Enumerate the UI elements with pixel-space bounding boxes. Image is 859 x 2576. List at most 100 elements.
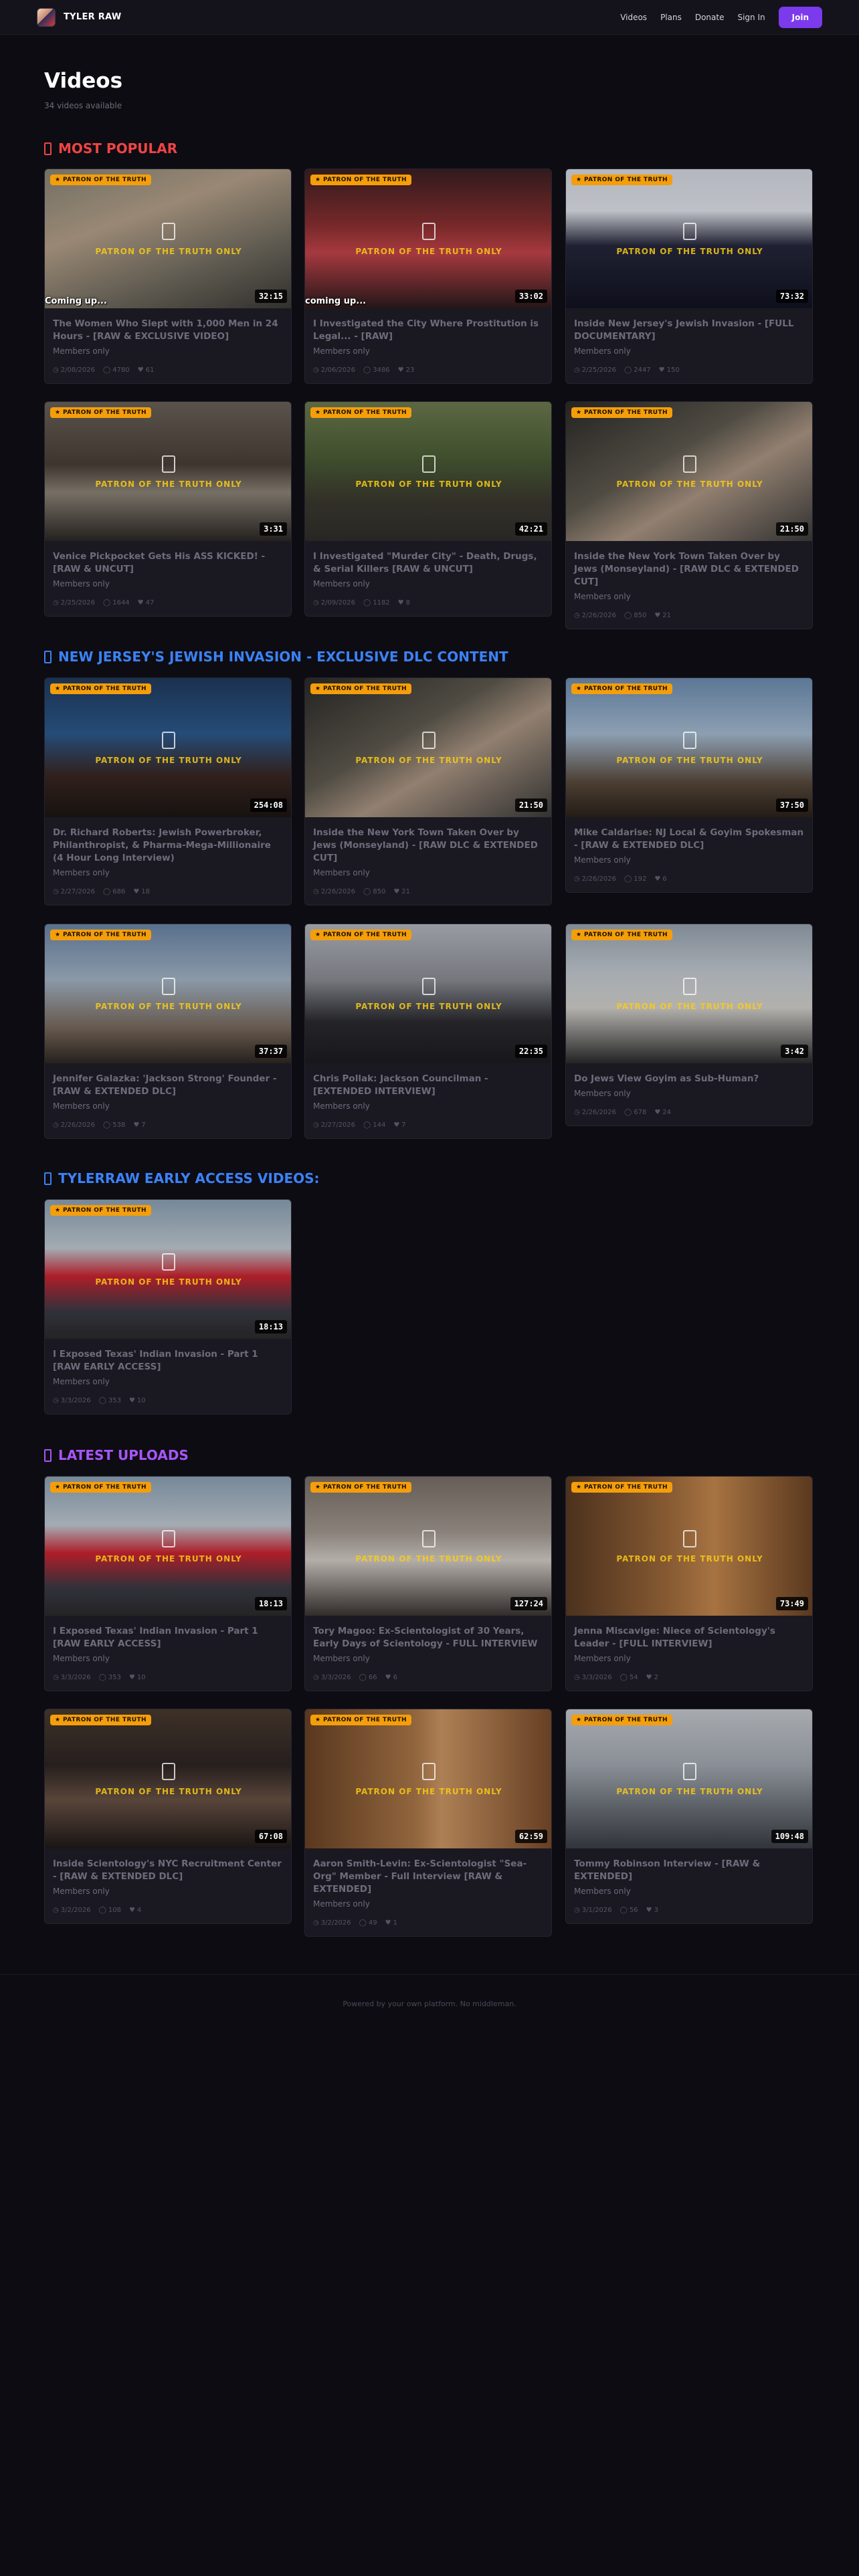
patron-watermark: PATRON OF THE TRUTH ONLY [616, 247, 763, 256]
video-card[interactable]: ★ PATRON OF THE TRUTH PATRON OF THE TRUTH… [565, 677, 813, 893]
video-card[interactable]: ★ PATRON OF THE TRUTH PATRON OF THE TRUTH… [44, 1709, 292, 1924]
like-count: ♥ 7 [393, 1121, 405, 1129]
clock-icon: ◷ [313, 599, 319, 607]
video-card[interactable]: ★ PATRON OF THE TRUTH PATRON OF THE TRUTH… [304, 1709, 552, 1937]
video-card[interactable]: ★ PATRON OF THE TRUTH PATRON OF THE TRUTH… [565, 169, 813, 384]
video-title[interactable]: Aaron Smith-Levin: Ex-Scientologist "Sea… [313, 1858, 543, 1896]
video-thumbnail[interactable]: ★ PATRON OF THE TRUTH PATRON OF THE TRUTH… [45, 924, 291, 1063]
like-count: ♥ 150 [659, 366, 680, 374]
video-card[interactable]: ★ PATRON OF THE TRUTH PATRON OF THE TRUTH… [565, 1476, 813, 1691]
card-body: Inside New Jersey's Jewish Invasion - [F… [566, 308, 812, 383]
video-card[interactable]: ★ PATRON OF THE TRUTH PATRON OF THE TRUTH… [304, 924, 552, 1139]
clock-icon: ◷ [574, 366, 580, 374]
video-title[interactable]: Do Jews View Goyim as Sub-Human? [574, 1073, 804, 1085]
video-thumbnail[interactable]: ★ PATRON OF THE TRUTH PATRON OF THE TRUTH… [566, 678, 812, 817]
video-thumbnail[interactable]: ★ PATRON OF THE TRUTH PATRON OF THE TRUTH… [566, 1477, 812, 1616]
video-card[interactable]: ★ PATRON OF THE TRUTH PATRON OF THE TRUTH… [304, 677, 552, 905]
video-card[interactable]: ★ PATRON OF THE TRUTH PATRON OF THE TRUTH… [565, 1709, 813, 1924]
video-title[interactable]: Venice Pickpocket Gets His ASS KICKED! -… [53, 550, 283, 576]
heart-icon: ♥ [128, 1397, 135, 1404]
video-title[interactable]: Tory Magoo: Ex-Scientologist of 30 Years… [313, 1625, 543, 1650]
video-thumbnail[interactable]: ★ PATRON OF THE TRUTH PATRON OF THE TRUTH… [45, 169, 291, 308]
video-title[interactable]: Inside the New York Town Taken Over by J… [574, 550, 804, 588]
video-title[interactable]: Jenna Miscavige: Niece of Scientology's … [574, 1625, 804, 1650]
brand-link[interactable]: TYLER RAW [37, 7, 122, 27]
video-title[interactable]: Mike Caldarise: NJ Local & Goyim Spokesm… [574, 827, 804, 852]
video-card[interactable]: ★ PATRON OF THE TRUTH PATRON OF THE TRUTH… [304, 1476, 552, 1691]
eye-icon: ◯ [363, 888, 371, 895]
video-thumbnail[interactable]: ★ PATRON OF THE TRUTH PATRON OF THE TRUTH… [566, 924, 812, 1063]
members-only-label: Members only [313, 346, 370, 356]
upload-date-text: 3/1/2026 [581, 1907, 612, 1914]
like-count-text: 47 [145, 599, 155, 607]
like-count-text: 24 [662, 1109, 672, 1116]
video-thumbnail[interactable]: ★ PATRON OF THE TRUTH PATRON OF THE TRUTH… [305, 169, 551, 308]
video-card[interactable]: ★ PATRON OF THE TRUTH PATRON OF THE TRUTH… [44, 924, 292, 1139]
heart-icon: ♥ [654, 612, 661, 619]
video-duration: 127:24 [510, 1597, 547, 1610]
nav-link-sign-in[interactable]: Sign In [737, 13, 765, 22]
video-thumbnail[interactable]: ★ PATRON OF THE TRUTH PATRON OF THE TRUTH… [45, 1709, 291, 1848]
video-thumbnail[interactable]: ★ PATRON OF THE TRUTH PATRON OF THE TRUTH… [305, 678, 551, 817]
video-title[interactable]: Chris Pollak: Jackson Councilman - [EXTE… [313, 1073, 543, 1098]
video-title[interactable]: I Investigated "Murder City" - Death, Dr… [313, 550, 543, 576]
video-title[interactable]: I Exposed Texas' Indian Invasion - Part … [53, 1625, 283, 1650]
nav-link-plans[interactable]: Plans [660, 13, 682, 22]
footer-text: Powered by your own platform. No middlem… [343, 2000, 516, 2008]
heart-icon: ♥ [646, 1674, 652, 1681]
nav-link-videos[interactable]: Videos [620, 13, 647, 22]
video-card[interactable]: ★ PATRON OF THE TRUTH PATRON OF THE TRUTH… [565, 401, 813, 629]
video-title[interactable]: Inside Scientology's NYC Recruitment Cen… [53, 1858, 283, 1883]
video-duration: 22:35 [514, 1045, 547, 1058]
video-card[interactable]: ★ PATRON OF THE TRUTH PATRON OF THE TRUTH… [304, 169, 552, 384]
upload-date-text: 3/3/2026 [60, 1397, 91, 1404]
video-card[interactable]: ★ PATRON OF THE TRUTH PATRON OF THE TRUTH… [44, 401, 292, 617]
video-card[interactable]: ★ PATRON OF THE TRUTH PATRON OF THE TRUTH… [565, 924, 813, 1126]
video-duration: 37:37 [254, 1045, 287, 1058]
video-thumbnail[interactable]: ★ PATRON OF THE TRUTH PATRON OF THE TRUTH… [45, 678, 291, 817]
footer-divider [0, 1974, 859, 1975]
video-thumbnail[interactable]: ★ PATRON OF THE TRUTH PATRON OF THE TRUTH… [45, 402, 291, 541]
clock-icon: ◷ [574, 1109, 580, 1116]
view-count: ◯ 144 [363, 1121, 385, 1129]
video-title[interactable]: The Women Who Slept with 1,000 Men in 24… [53, 318, 283, 343]
video-card[interactable]: ★ PATRON OF THE TRUTH PATRON OF THE TRUTH… [44, 1476, 292, 1691]
video-duration: 73:32 [775, 290, 808, 303]
view-count-text: 192 [634, 875, 647, 883]
video-card[interactable]: ★ PATRON OF THE TRUTH PATRON OF THE TRUTH… [44, 1199, 292, 1414]
view-count-text: 49 [368, 1919, 377, 1927]
video-meta: ◷ 2/26/2026 ◯ 678 ♥ 24 [574, 1109, 804, 1116]
upload-date: ◷ 2/25/2026 [574, 366, 616, 374]
nav-link-donate[interactable]: Donate [695, 13, 725, 22]
video-thumbnail[interactable]: ★ PATRON OF THE TRUTH PATRON OF THE TRUTH… [305, 1477, 551, 1616]
like-count-text: 4 [136, 1907, 142, 1914]
view-count: ◯ 538 [103, 1121, 125, 1129]
heart-icon: ♥ [654, 875, 661, 883]
video-thumbnail[interactable]: ★ PATRON OF THE TRUTH PATRON OF THE TRUTH… [305, 402, 551, 541]
video-title[interactable]: Tommy Robinson Interview - [RAW & EXTEND… [574, 1858, 804, 1883]
video-card[interactable]: ★ PATRON OF THE TRUTH PATRON OF THE TRUTH… [304, 401, 552, 617]
upload-date-text: 2/27/2026 [320, 1121, 356, 1129]
video-title[interactable]: Jennifer Galazka: 'Jackson Strong' Found… [53, 1073, 283, 1098]
clock-icon: ◷ [53, 888, 59, 895]
video-card[interactable]: ★ PATRON OF THE TRUTH PATRON OF THE TRUTH… [44, 677, 292, 905]
join-button[interactable]: Join [778, 6, 822, 28]
video-thumbnail[interactable]: ★ PATRON OF THE TRUTH PATRON OF THE TRUTH… [45, 1477, 291, 1616]
heart-icon: ♥ [385, 1674, 391, 1681]
video-thumbnail[interactable]: ★ PATRON OF THE TRUTH PATRON OF THE TRUTH… [566, 1709, 812, 1848]
video-thumbnail[interactable]: ★ PATRON OF THE TRUTH PATRON OF THE TRUTH… [566, 402, 812, 541]
card-body: Venice Pickpocket Gets His ASS KICKED! -… [45, 541, 291, 616]
video-title[interactable]: I Exposed Texas' Indian Invasion - Part … [53, 1348, 283, 1374]
video-title[interactable]: Dr. Richard Roberts: Jewish Powerbroker,… [53, 827, 283, 865]
video-title[interactable]: I Investigated the City Where Prostituti… [313, 318, 543, 343]
video-thumbnail[interactable]: ★ PATRON OF THE TRUTH PATRON OF THE TRUTH… [45, 1200, 291, 1339]
card-body: Aaron Smith-Levin: Ex-Scientologist "Sea… [305, 1848, 551, 1936]
video-thumbnail[interactable]: ★ PATRON OF THE TRUTH PATRON OF THE TRUTH… [305, 924, 551, 1063]
video-thumbnail[interactable]: ★ PATRON OF THE TRUTH PATRON OF THE TRUTH… [566, 169, 812, 308]
clock-icon: ◷ [53, 1907, 59, 1914]
video-thumbnail[interactable]: ★ PATRON OF THE TRUTH PATRON OF THE TRUTH… [305, 1709, 551, 1848]
video-card[interactable]: ★ PATRON OF THE TRUTH PATRON OF THE TRUTH… [44, 169, 292, 384]
video-title[interactable]: Inside the New York Town Taken Over by J… [313, 827, 543, 865]
video-title[interactable]: Inside New Jersey's Jewish Invasion - [F… [574, 318, 804, 343]
clock-icon: ◷ [53, 1674, 59, 1681]
